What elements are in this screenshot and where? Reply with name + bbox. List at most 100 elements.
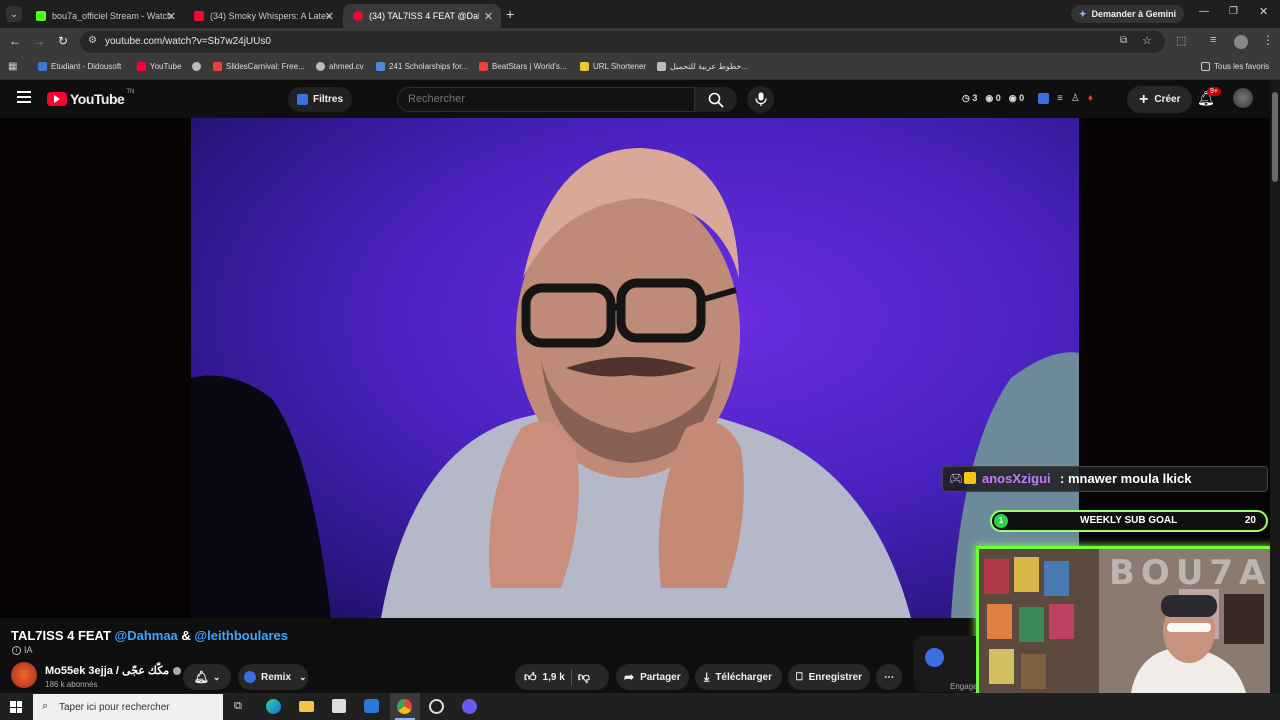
bookmarks-bar: ▦ Etudiant - Didousoft YouTube SlidesCar… (0, 56, 1280, 80)
goal-target: 20 (1244, 515, 1256, 526)
back-icon[interactable]: ← (9, 34, 21, 48)
reload-icon[interactable]: ↻ (58, 34, 68, 48)
beatstars-icon (479, 62, 488, 71)
extensions-icon[interactable]: ⬚ (1176, 34, 1186, 47)
close-tab-icon[interactable]: ✕ (167, 10, 176, 23)
country-code: TN (126, 89, 135, 95)
bookmark-beatstars[interactable]: BeatStars | World's... (479, 62, 567, 71)
engagement-label: Engage (950, 682, 978, 691)
download-icon: ⤓ (704, 669, 710, 684)
video-frame[interactable] (191, 118, 1079, 618)
edge-icon[interactable] (266, 699, 281, 714)
new-tab-icon[interactable]: + (506, 6, 514, 22)
remix-button[interactable]: Remix ⌄ (238, 664, 308, 690)
trophy-icon[interactable]: ♙ (1071, 93, 1080, 104)
download-button[interactable]: ⤓ Télécharger (695, 664, 782, 690)
like-button[interactable]: 👍︎ 1,9 k (515, 670, 565, 685)
search-icon: ⌕ (42, 700, 49, 712)
gemini-button[interactable]: ✦ Demander à Gemini (1071, 5, 1185, 23)
alert-icon[interactable]: ♦ (1088, 93, 1093, 104)
iq-extension-icon[interactable] (1038, 93, 1049, 104)
close-tab-icon[interactable]: ✕ (484, 10, 493, 23)
recorder-icon[interactable] (429, 699, 444, 714)
youtube-wordmark: YouTube (70, 91, 125, 107)
voice-search-button[interactable] (747, 86, 774, 113)
url-text: youtube.com/watch?v=Sb7w24jUUs0 (105, 36, 271, 47)
tab-bou7a-stream[interactable]: bou7a_officiel Stream - Watch l ✕ (26, 4, 184, 28)
bookmark-arabic-fonts[interactable]: خطوط عربية للتحميل... (657, 62, 748, 71)
extension-icons[interactable]: ≡ ♙ ♦ (1038, 93, 1093, 104)
close-tab-icon[interactable]: ✕ (325, 10, 334, 23)
plus-icon: + (1139, 90, 1149, 108)
scrollbar-thumb[interactable] (1272, 92, 1278, 182)
channel-name-text: Mo55ek 3ejja / مكّك عجّى (45, 665, 170, 677)
goal-level-badge: 1 (994, 514, 1008, 528)
remix-label: Remix (261, 671, 292, 683)
search-box[interactable] (397, 87, 695, 112)
tab-tal7iss-active[interactable]: (34) TAL7ISS 4 FEAT @Dahmaa ✕ (343, 4, 501, 28)
bookmark-scholarships[interactable]: 241 Scholarships for... (376, 62, 468, 71)
search-icon (708, 92, 724, 108)
share-button[interactable]: ➦ Partager (616, 664, 689, 690)
mention-link-dahmaa[interactable]: @Dahmaa (115, 628, 178, 643)
windows-start-icon[interactable] (10, 701, 22, 713)
bookmark-didousoft[interactable]: Etudiant - Didousoft (38, 62, 121, 71)
create-button[interactable]: + Créer (1127, 86, 1193, 113)
channel-name[interactable]: Mo55ek 3ejja / مكّك عجّى (45, 664, 182, 677)
bookmark-url-shortener[interactable]: URL Shortener (580, 62, 646, 71)
bookmark-star-icon[interactable]: ☆ (1142, 34, 1152, 47)
bookmark-ahmed-cv[interactable]: ahmed.cv (316, 62, 364, 71)
account-avatar[interactable] (1233, 88, 1253, 108)
mail-icon[interactable] (364, 699, 379, 713)
gemini-label: Demander à Gemini (1091, 9, 1177, 19)
iq-remix-icon (244, 671, 256, 683)
hamburger-menu-icon[interactable] (17, 91, 31, 103)
file-explorer-icon[interactable] (299, 701, 314, 712)
notifications-button[interactable]: 🔔︎ 9+ (1197, 87, 1221, 108)
channel-avatar[interactable] (11, 662, 37, 688)
discord-icon[interactable] (462, 699, 477, 714)
profile-avatar[interactable] (1234, 35, 1248, 49)
search-button[interactable] (695, 87, 737, 112)
tab-smoky-whispers[interactable]: (34) Smoky Whispers: A Late-N ✕ (184, 4, 342, 28)
all-bookmarks-folder[interactable]: Tous les favoris (1201, 62, 1269, 71)
list-icon[interactable]: ≡ (1057, 93, 1063, 104)
bookmark-youtube[interactable]: YouTube (137, 62, 181, 71)
task-view-icon[interactable]: ⧉ (234, 700, 242, 713)
address-bar[interactable]: ⚙ youtube.com/watch?v=Sb7w24jUUs0 ⧉ ☆ (80, 31, 1165, 53)
video-title: TAL7ISS 4 FEAT @Dahmaa & @leithboulares (11, 628, 288, 643)
extension-stats: ◷ 3 ◉ 0 ◉ 0 (962, 93, 1024, 104)
bookmark-label: خطوط عربية للتحميل... (670, 62, 749, 71)
subscribed-bell-button[interactable]: 🔔︎ ⌄ (183, 664, 231, 690)
video-player[interactable]: 🎮︎ anosXzigui : mnawer moula lkick 1 WEE… (0, 118, 1270, 618)
youtube-logo[interactable]: YouTube TN (47, 89, 135, 107)
dislike-button[interactable]: 👎︎ (578, 670, 590, 685)
iq-extension-icon[interactable] (925, 648, 944, 667)
chrome-active-icon[interactable] (390, 693, 420, 720)
menu-kebab-icon[interactable]: ⋮ (1262, 33, 1274, 47)
minimize-icon[interactable]: — (1199, 6, 1209, 17)
bookmark-slidescarnival[interactable]: SlidesCarnival: Free... (213, 62, 305, 71)
window-close-icon[interactable]: ✕ (1259, 5, 1268, 18)
forward-icon[interactable]: → (33, 34, 45, 48)
bookmark-globe[interactable] (192, 62, 205, 71)
verified-icon (173, 666, 182, 675)
ai-label[interactable]: i IA (12, 645, 33, 655)
notification-badge: 9+ (1207, 87, 1221, 96)
filters-button[interactable]: Filtres (288, 87, 353, 112)
site-info-icon[interactable]: ⚙ (88, 35, 97, 46)
taskbar-search[interactable]: ⌕ Taper ici pour rechercher (33, 694, 223, 720)
more-actions-button[interactable]: ⋯ (876, 664, 902, 690)
install-app-icon[interactable]: ⧉ (1120, 35, 1127, 46)
search-input[interactable] (408, 93, 678, 105)
media-controls-icon[interactable]: ≡ (1210, 34, 1216, 46)
restore-icon[interactable]: ❐ (1229, 6, 1238, 17)
mention-link-leithboulares[interactable]: @leithboulares (194, 628, 288, 643)
tab-search-button[interactable]: ⌄ (6, 6, 22, 22)
like-dislike-group: 👍︎ 1,9 k 👎︎ (515, 664, 609, 690)
store-icon[interactable] (332, 699, 346, 713)
save-button[interactable]: ⎕ Enregistrer (788, 664, 870, 690)
apps-grid-icon[interactable]: ▦ (8, 61, 17, 72)
eye-icon: ◉ (985, 93, 994, 103)
browser-tab-strip: ⌄ bou7a_officiel Stream - Watch l ✕ (34)… (0, 0, 1280, 28)
